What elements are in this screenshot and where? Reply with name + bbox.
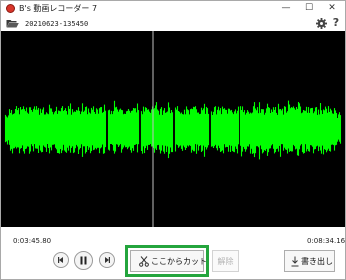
pause-icon bbox=[80, 256, 87, 265]
release-button[interactable]: 解除 bbox=[212, 250, 239, 272]
forward-button[interactable] bbox=[99, 252, 115, 268]
file-name: 20210623-135450 bbox=[25, 20, 89, 28]
scissors-icon bbox=[139, 256, 149, 267]
app-window: B's 動画レコーダー 7 — ☐ ✕ 20210623-135450 ? 0:… bbox=[0, 0, 346, 280]
folder-open-icon[interactable] bbox=[6, 19, 19, 28]
cut-button-label: ここからカット bbox=[151, 257, 207, 266]
pause-button[interactable] bbox=[74, 251, 93, 270]
help-icon[interactable]: ? bbox=[331, 17, 341, 29]
window-title: B's 動画レコーダー 7 bbox=[19, 4, 98, 13]
minimize-button[interactable]: — bbox=[277, 2, 295, 14]
gear-icon[interactable] bbox=[316, 18, 327, 29]
rewind-icon bbox=[58, 257, 63, 263]
download-icon bbox=[291, 256, 299, 267]
audio-waveform bbox=[4, 31, 342, 227]
app-record-icon bbox=[6, 4, 15, 13]
toolbar: 20210623-135450 ? bbox=[1, 16, 345, 31]
waveform-display[interactable] bbox=[1, 31, 345, 227]
release-button-label: 解除 bbox=[217, 257, 234, 266]
rewind-button[interactable] bbox=[53, 252, 69, 268]
forward-icon bbox=[105, 257, 110, 263]
title-bar: B's 動画レコーダー 7 — ☐ ✕ bbox=[1, 1, 345, 16]
export-button-label: 書き出し bbox=[301, 257, 333, 266]
close-button[interactable]: ✕ bbox=[323, 2, 341, 14]
cut-from-here-button[interactable]: ここからカット bbox=[130, 250, 207, 272]
start-time: 0:03:45.80 bbox=[13, 237, 52, 245]
end-time: 0:08:34.16 bbox=[307, 237, 346, 245]
export-button[interactable]: 書き出し bbox=[284, 250, 335, 272]
maximize-button[interactable]: ☐ bbox=[300, 2, 318, 14]
